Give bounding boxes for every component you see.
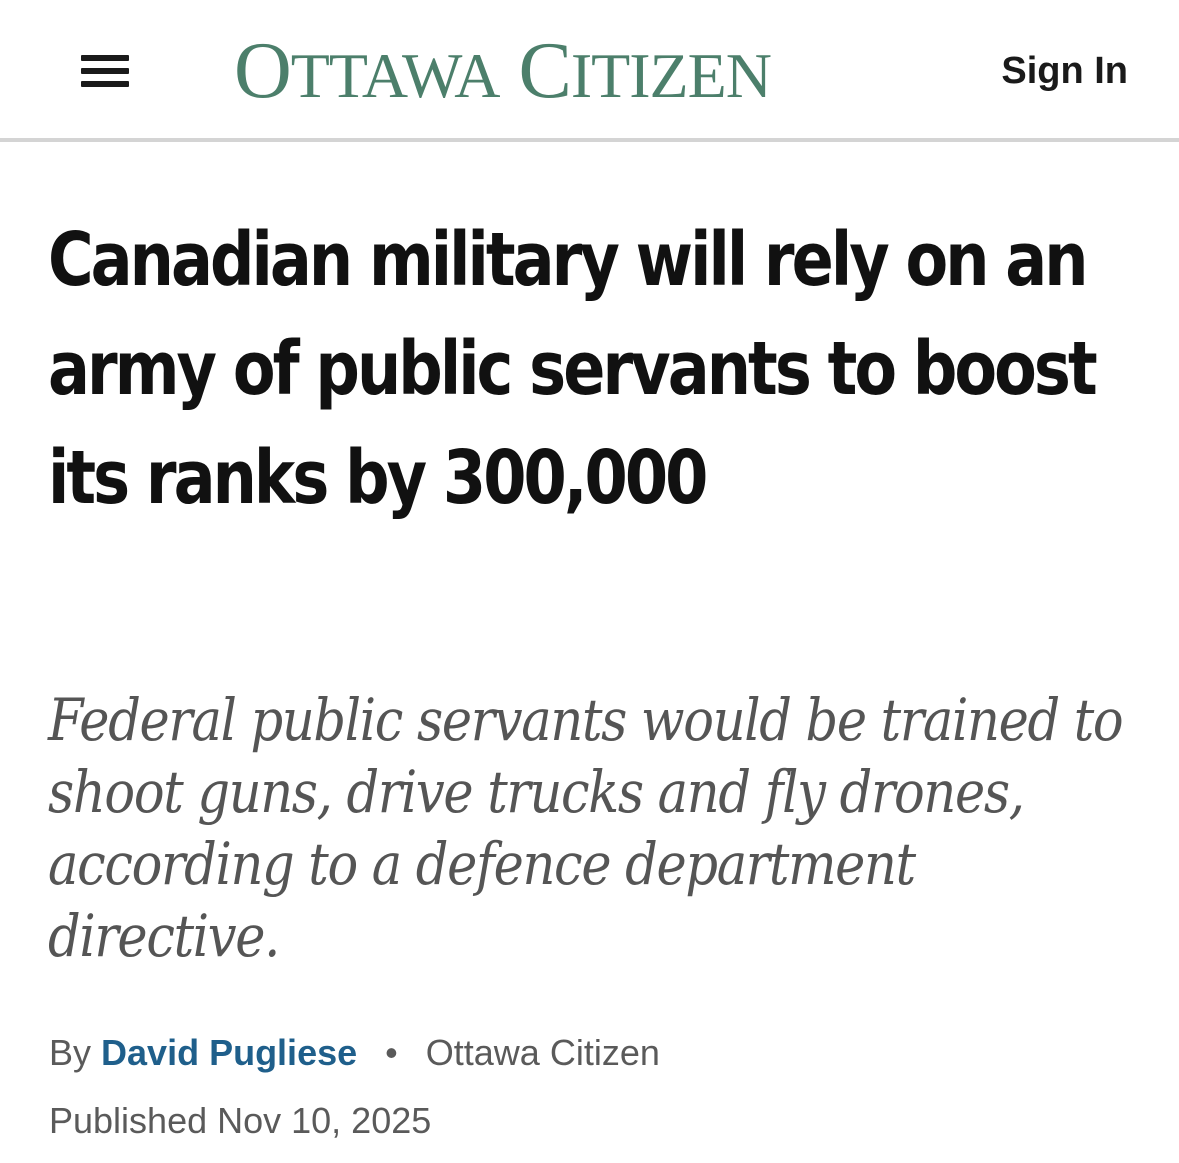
menu-bar-middle bbox=[81, 68, 129, 74]
byline-outlet: Ottawa Citizen bbox=[425, 1032, 660, 1073]
published-date: Published Nov 10, 2025 bbox=[49, 1100, 432, 1141]
hamburger-menu-icon[interactable] bbox=[72, 46, 134, 96]
byline: By David Pugliese • Ottawa Citizen bbox=[49, 1030, 660, 1076]
byline-prefix: By bbox=[49, 1032, 92, 1073]
author-link[interactable]: David Pugliese bbox=[101, 1032, 357, 1073]
menu-bar-top bbox=[81, 55, 129, 61]
sign-in-button[interactable]: Sign In bbox=[1001, 48, 1128, 94]
site-logo[interactable]: OTTAWA CITIZEN bbox=[234, 26, 946, 121]
menu-bar-bottom bbox=[81, 81, 129, 87]
site-header: OTTAWA CITIZEN Sign In bbox=[0, 0, 1179, 142]
logo-text: OTTAWA CITIZEN bbox=[234, 27, 772, 115]
byline-separator: • bbox=[385, 1032, 398, 1073]
article-headline: Canadian military will rely on an army o… bbox=[48, 217, 1098, 521]
article-dek: Federal public servants would be trained… bbox=[48, 686, 1124, 970]
